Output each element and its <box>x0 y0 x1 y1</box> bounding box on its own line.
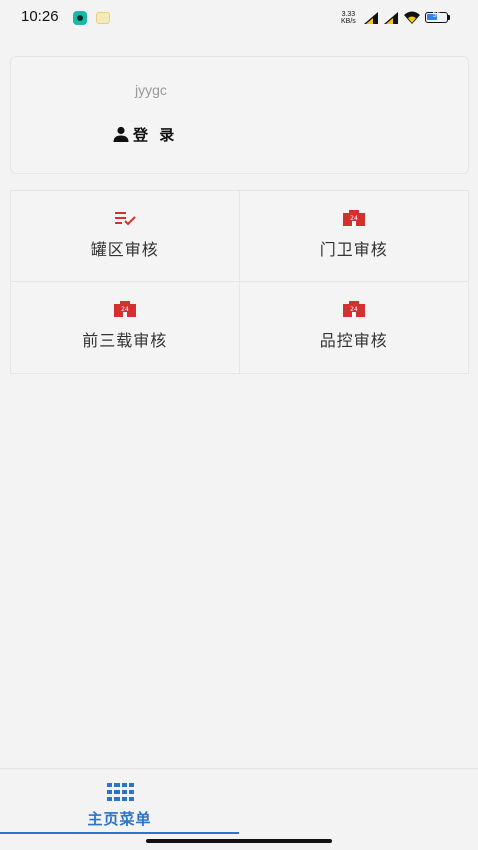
menu-item-label: 门卫审核 <box>319 240 388 259</box>
menu-grid: 罐区审核 24 门卫审核 24 前三载审核 24 品控审核 <box>10 190 469 374</box>
network-speed-value: 3.33 <box>341 11 356 18</box>
tab-home-menu-label: 主页菜单 <box>87 810 152 828</box>
app-notification-icon-2 <box>96 12 110 24</box>
active-tab-indicator <box>0 832 239 834</box>
menu-item-first-three-loads-review[interactable]: 24 前三载审核 <box>11 282 240 373</box>
building-24-icon: 24 <box>342 210 365 226</box>
network-speed-unit: KB/s <box>341 18 356 25</box>
grid-icon <box>107 783 134 801</box>
menu-item-gate-guard-review[interactable]: 24 门卫审核 <box>239 191 468 282</box>
menu-item-label: 前三载审核 <box>82 331 168 350</box>
wifi-icon <box>404 11 420 24</box>
network-speed: 3.33 KB/s <box>341 11 356 25</box>
status-bar: 10:26 3.33 KB/s 55 <box>0 0 478 36</box>
app-screen: 10:26 3.33 KB/s 55 jyygc 登 录 罐区审核 24 门卫审… <box>0 0 478 850</box>
battery-icon: 55 <box>425 12 448 23</box>
menu-item-quality-control-review[interactable]: 24 品控审核 <box>240 282 469 373</box>
menu-item-label: 罐区审核 <box>90 240 159 259</box>
svg-text:24: 24 <box>350 306 358 313</box>
user-card: jyygc 登 录 <box>10 56 469 174</box>
app-notification-icon <box>73 11 87 25</box>
menu-item-label: 品控审核 <box>319 331 388 350</box>
signal-icon <box>384 12 398 24</box>
svg-text:24: 24 <box>121 306 129 313</box>
battery-tip <box>448 15 450 20</box>
user-icon <box>113 126 129 142</box>
bottom-nav: 主页菜单 <box>0 768 478 850</box>
status-time: 10:26 <box>21 8 59 25</box>
svg-text:24: 24 <box>350 215 358 222</box>
signal-icon <box>364 12 378 24</box>
menu-item-tank-area-review[interactable]: 罐区审核 <box>11 191 240 282</box>
tab-home-menu[interactable]: 主页菜单 <box>0 769 239 835</box>
building-24-icon: 24 <box>113 301 136 317</box>
login-label: 登 录 <box>133 125 178 144</box>
home-indicator[interactable] <box>146 839 332 843</box>
building-24-icon: 24 <box>342 301 365 317</box>
battery-level: 55 <box>432 12 441 19</box>
login-button[interactable]: 登 录 <box>113 123 177 145</box>
username: jyygc <box>135 82 167 98</box>
checklist-icon <box>114 212 136 226</box>
